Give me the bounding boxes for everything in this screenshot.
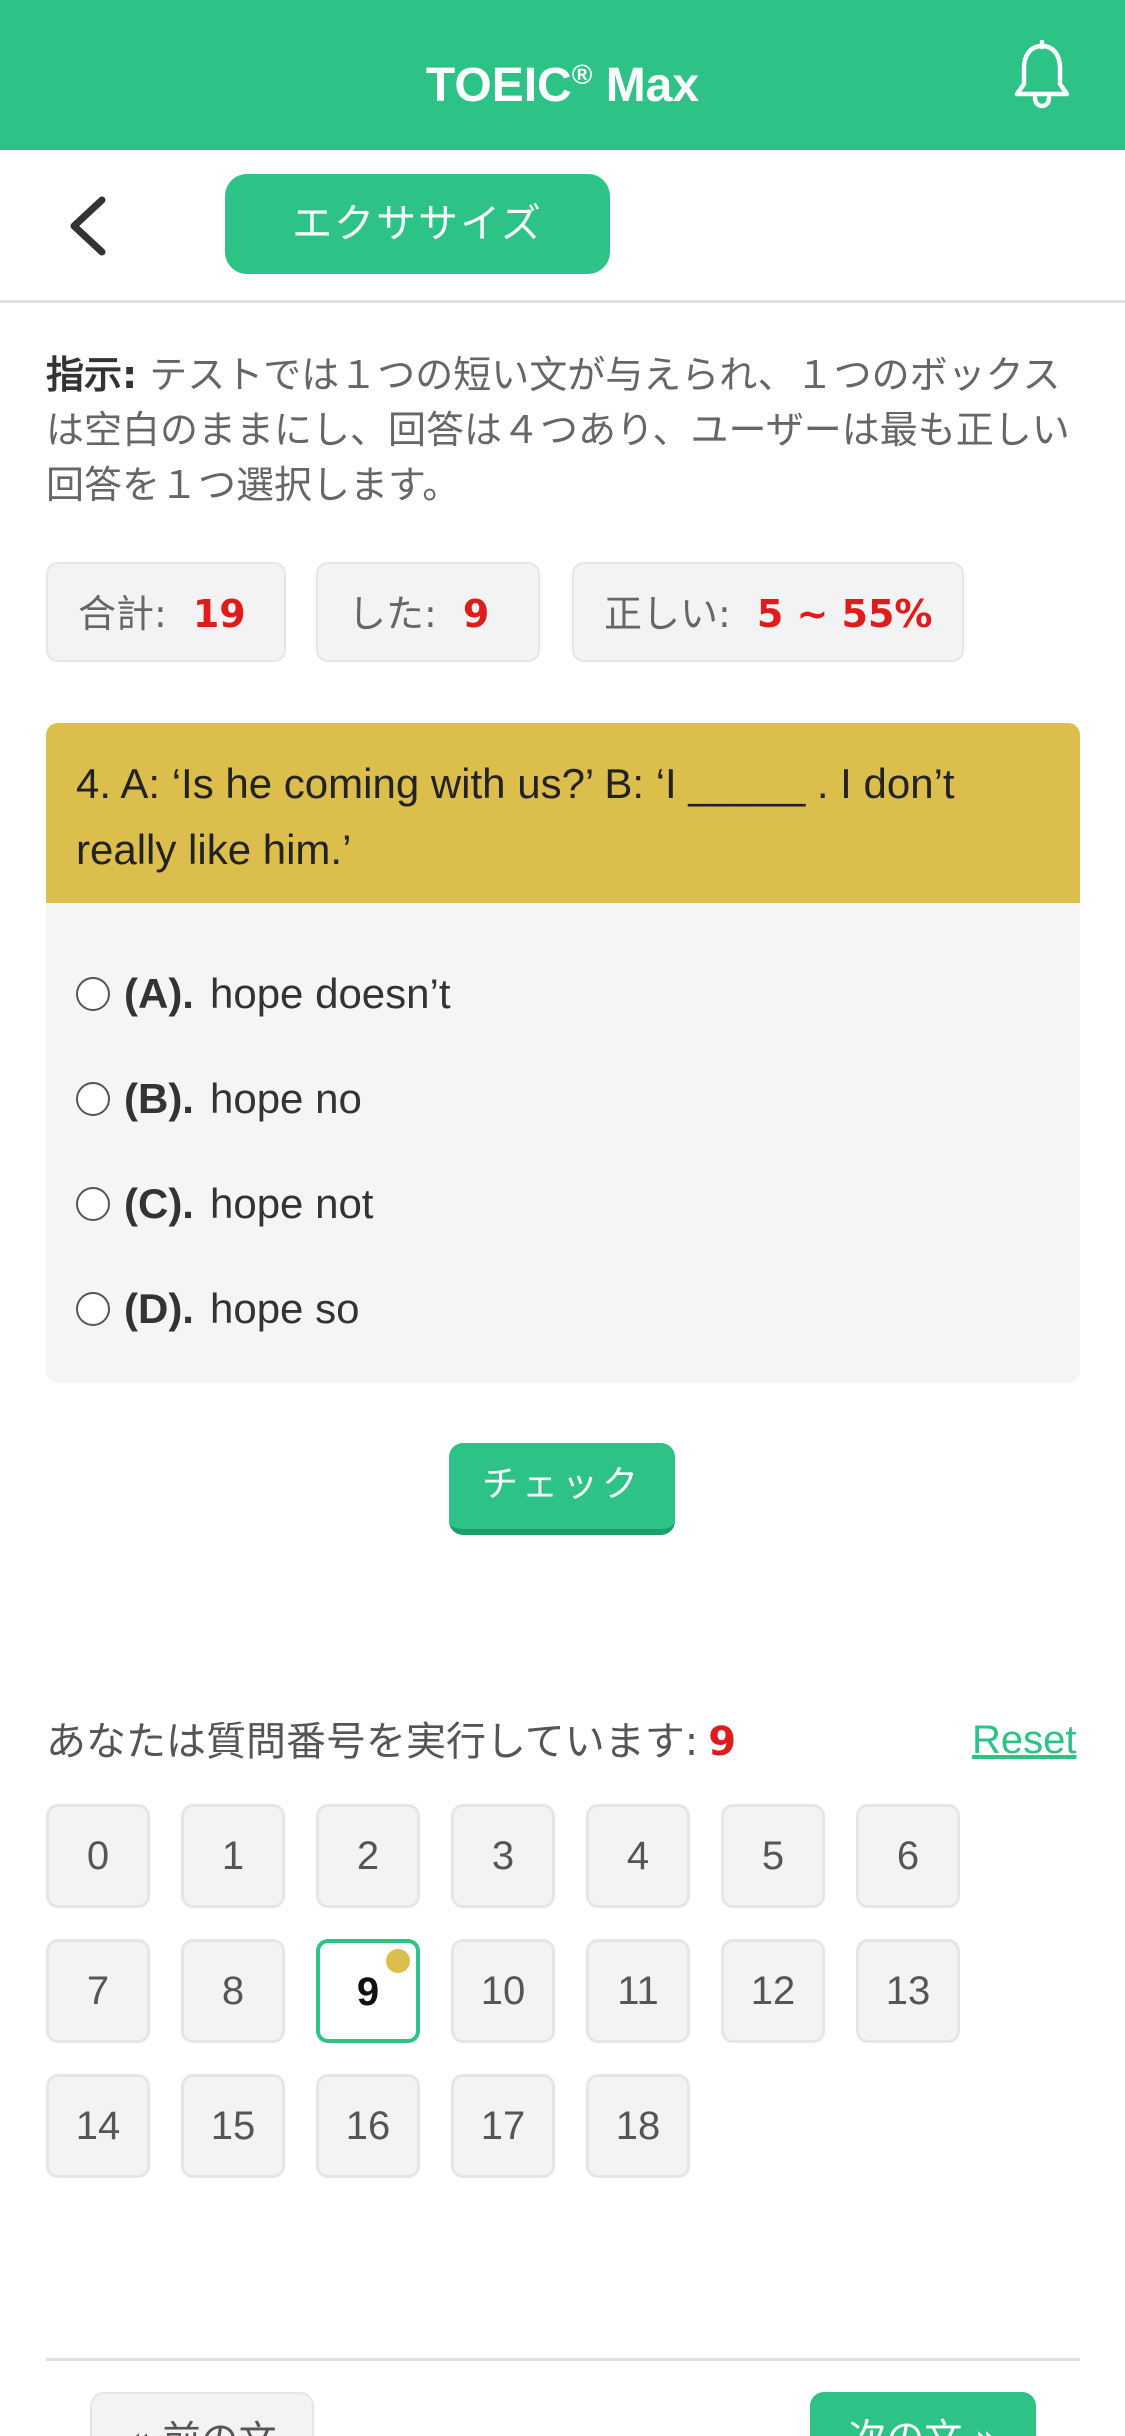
- stat-total: 合計: 19: [46, 562, 286, 662]
- app-title: TOEIC® Max: [425, 59, 700, 112]
- page: TOEIC® Max エクササイズ 指示: テストでは１つの短い文が与えられ、１…: [0, 0, 1125, 2436]
- question-number-17[interactable]: 17: [451, 2074, 555, 2178]
- question-number-4[interactable]: 4: [586, 1804, 690, 1908]
- radio-button[interactable]: [76, 1081, 110, 1116]
- question-number-16[interactable]: 16: [316, 2074, 420, 2178]
- stat-total-value: 19: [192, 592, 246, 636]
- question-number-10[interactable]: 10: [451, 1939, 555, 2043]
- options-panel: (A). hope doesn’t (B). hope no (C). hope no…: [46, 903, 1080, 1383]
- prev-question-button[interactable]: « 前の文: [90, 2392, 314, 2436]
- stat-done: した: 9: [316, 562, 540, 662]
- question-text: 4. A: ‘Is he coming with us?’ B: ‘I ____…: [46, 723, 1080, 903]
- stat-correct-value: 5 ~ 55%: [756, 592, 933, 636]
- chevron-left-icon[interactable]: [62, 194, 122, 258]
- stat-correct: 正しい: 5 ~ 55%: [572, 562, 964, 662]
- radio-button[interactable]: [76, 1291, 110, 1326]
- next-question-button[interactable]: 次の文 »: [810, 2392, 1036, 2436]
- question-number-5[interactable]: 5: [721, 1804, 825, 1908]
- question-number-2[interactable]: 2: [316, 1804, 420, 1908]
- current-question-number: 9: [708, 1719, 737, 1765]
- bell-icon[interactable]: [1010, 40, 1074, 110]
- instructions: 指示: テストでは１つの短い文が与えられ、１つのボックスは空白のままにし、回答は…: [46, 348, 1086, 513]
- instructions-text: テストでは１つの短い文が与えられ、１つのボックスは空白のままにし、回答は４つあり…: [46, 353, 1070, 507]
- question-number-0[interactable]: 0: [46, 1804, 150, 1908]
- question-number-14[interactable]: 14: [46, 2074, 150, 2178]
- option-c[interactable]: (C). hope not: [76, 1169, 373, 1239]
- check-button[interactable]: チェック: [449, 1443, 675, 1535]
- option-d[interactable]: (D). hope so: [76, 1274, 359, 1344]
- option-b[interactable]: (B). hope no: [76, 1064, 362, 1134]
- question-number-8[interactable]: 8: [181, 1939, 285, 2043]
- radio-button[interactable]: [76, 1186, 110, 1221]
- question-number-13[interactable]: 13: [856, 1939, 960, 2043]
- reset-link[interactable]: Reset: [972, 1710, 1077, 1770]
- app-bar: TOEIC® Max: [0, 0, 1125, 150]
- tab-exercise[interactable]: エクササイズ: [225, 174, 610, 274]
- question-number-12[interactable]: 12: [721, 1939, 825, 2043]
- sub-header: エクササイズ: [0, 150, 1125, 303]
- current-marker-dot: [386, 1949, 410, 1973]
- radio-button[interactable]: [76, 976, 110, 1011]
- question-number-7[interactable]: 7: [46, 1939, 150, 2043]
- question-number-9[interactable]: 9: [316, 1939, 420, 2043]
- question-number-11[interactable]: 11: [586, 1939, 690, 2043]
- stat-done-value: 9: [462, 592, 490, 636]
- divider: [46, 2358, 1080, 2361]
- question-number-15[interactable]: 15: [181, 2074, 285, 2178]
- question-number-6[interactable]: 6: [856, 1804, 960, 1908]
- option-a[interactable]: (A). hope doesn’t: [76, 959, 451, 1029]
- question-number-1[interactable]: 1: [181, 1804, 285, 1908]
- running-question-label: あなたは質問番号を実行しています: 9: [46, 1719, 737, 1765]
- instructions-label: 指示:: [46, 353, 138, 397]
- question-number-3[interactable]: 3: [451, 1804, 555, 1908]
- question-number-18[interactable]: 18: [586, 2074, 690, 2178]
